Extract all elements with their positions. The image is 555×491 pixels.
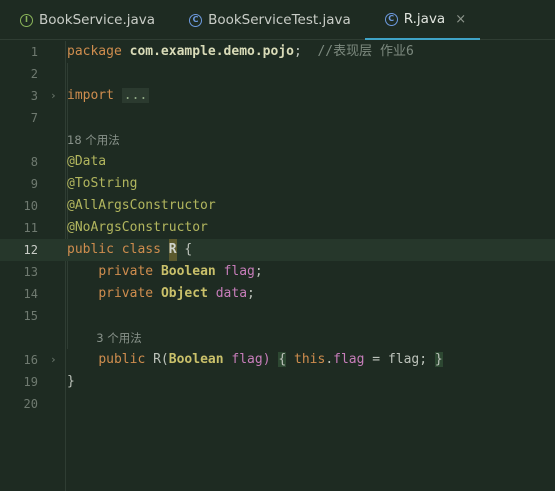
- tab-label: BookService.java: [39, 12, 156, 28]
- brace: }: [67, 374, 75, 389]
- keyword: this: [294, 352, 326, 367]
- keyword: private: [98, 264, 154, 279]
- tab-bookservicetest[interactable]: C BookServiceTest.java: [169, 0, 365, 40]
- annotation: @AllArgsConstructor: [67, 198, 216, 213]
- dot: .: [325, 352, 334, 367]
- tab-r-java[interactable]: C R.java ×: [364, 0, 481, 40]
- code-line: public R(Boolean flag) { this.flag = fla…: [66, 349, 555, 371]
- usage-hint-row: 3 个用法: [66, 327, 555, 349]
- package-name: com.example.demo.pojo: [129, 44, 294, 59]
- semicolon: ;: [247, 286, 255, 301]
- code-line: private Object data;: [66, 283, 555, 305]
- semicolon: ;: [294, 44, 302, 59]
- keyword: import: [67, 88, 114, 103]
- tab-label: BookServiceTest.java: [208, 12, 351, 28]
- usage-hint-row: 18 个用法: [66, 129, 555, 151]
- line-number: 7: [30, 111, 38, 125]
- tab-label: R.java: [403, 11, 446, 27]
- folded-imports[interactable]: ...: [121, 88, 150, 103]
- code-line: @AllArgsConstructor: [66, 195, 555, 217]
- semicolon: ;: [254, 264, 263, 279]
- gutter-line: 15: [0, 305, 66, 327]
- code-line: @ToString: [66, 173, 555, 195]
- gutter-line: 13: [0, 261, 66, 283]
- keyword: class: [121, 242, 161, 257]
- field-name: flag: [223, 264, 255, 279]
- type-name: Boolean: [168, 352, 224, 367]
- editor-tab-bar: I BookService.java C BookServiceTest.jav…: [0, 0, 555, 40]
- keyword: public: [67, 242, 114, 257]
- keyword: private: [98, 286, 154, 301]
- usage-hint[interactable]: 18 个用法: [67, 129, 120, 151]
- class-name: R: [168, 239, 177, 261]
- gutter-line: 1: [0, 41, 66, 63]
- code-line: import ...: [66, 85, 555, 107]
- code-line: }: [66, 371, 555, 393]
- gutter-line: 19: [0, 371, 66, 393]
- line-number-gutter: 1 2 3 › 7 8 9 10 11 12 13 14 15 16 › 19 20: [0, 41, 66, 491]
- gutter-line: 3 ›: [0, 85, 66, 107]
- code-line: @NoArgsConstructor: [66, 217, 555, 239]
- assignment: = flag;: [364, 352, 428, 367]
- gutter-line: 2: [0, 63, 66, 85]
- line-number: 8: [30, 155, 38, 169]
- field-name: data: [215, 286, 248, 301]
- comment: //表现层 作业6: [317, 44, 414, 59]
- annotation: @ToString: [67, 176, 138, 191]
- gutter-line: 8: [0, 151, 66, 173]
- folded-block-close[interactable]: }: [434, 352, 443, 367]
- folded-block-open[interactable]: {: [278, 352, 287, 367]
- annotation: @Data: [67, 154, 107, 169]
- close-icon[interactable]: ×: [455, 12, 466, 27]
- chevron-right-icon[interactable]: ›: [50, 349, 57, 371]
- field-name: flag: [333, 352, 365, 367]
- gutter-line: 10: [0, 195, 66, 217]
- type-name: Boolean: [160, 264, 216, 279]
- code-line: package com.example.demo.pojo; //表现层 作业6: [66, 41, 555, 63]
- gutter-line: 16 ›: [0, 349, 66, 371]
- line-number: 10: [23, 199, 38, 213]
- interface-icon: I: [20, 13, 33, 27]
- keyword: public: [98, 352, 146, 367]
- line-number: 2: [30, 67, 38, 81]
- class-icon: C: [189, 13, 203, 27]
- line-number: 15: [23, 309, 38, 323]
- param-name: flag): [231, 352, 271, 367]
- code-line: private Boolean flag;: [66, 261, 555, 283]
- line-number: 13: [23, 265, 38, 279]
- gutter-line: 11: [0, 217, 66, 239]
- usage-hint[interactable]: 3 个用法: [67, 327, 141, 349]
- gutter-line: 9: [0, 173, 66, 195]
- chevron-right-icon[interactable]: ›: [50, 85, 57, 107]
- line-number: 19: [23, 375, 38, 389]
- line-number: 1: [30, 45, 38, 59]
- line-number: 9: [30, 177, 38, 191]
- class-icon: C: [384, 12, 398, 26]
- line-number: 14: [23, 287, 38, 301]
- line-number: 16: [23, 353, 38, 367]
- line-number: 12: [23, 243, 38, 257]
- code-line: @Data: [66, 151, 555, 173]
- annotation: @NoArgsConstructor: [67, 220, 208, 235]
- code-editor[interactable]: package com.example.demo.pojo; //表现层 作业6…: [66, 41, 555, 491]
- brace: {: [184, 242, 193, 257]
- tab-bookservice[interactable]: I BookService.java: [0, 0, 169, 40]
- gutter-line-current: 12: [0, 239, 66, 261]
- code-line-current: public class R {: [66, 239, 555, 261]
- gutter-line: 7: [0, 107, 66, 129]
- line-number: 20: [23, 397, 38, 411]
- keyword: package: [67, 44, 122, 59]
- constructor-name: R(: [153, 352, 169, 367]
- type-name: Object: [160, 286, 208, 301]
- gutter-line: 20: [0, 393, 66, 415]
- line-number: 3: [30, 89, 38, 103]
- line-number: 11: [23, 221, 38, 235]
- gutter-line: 14: [0, 283, 66, 305]
